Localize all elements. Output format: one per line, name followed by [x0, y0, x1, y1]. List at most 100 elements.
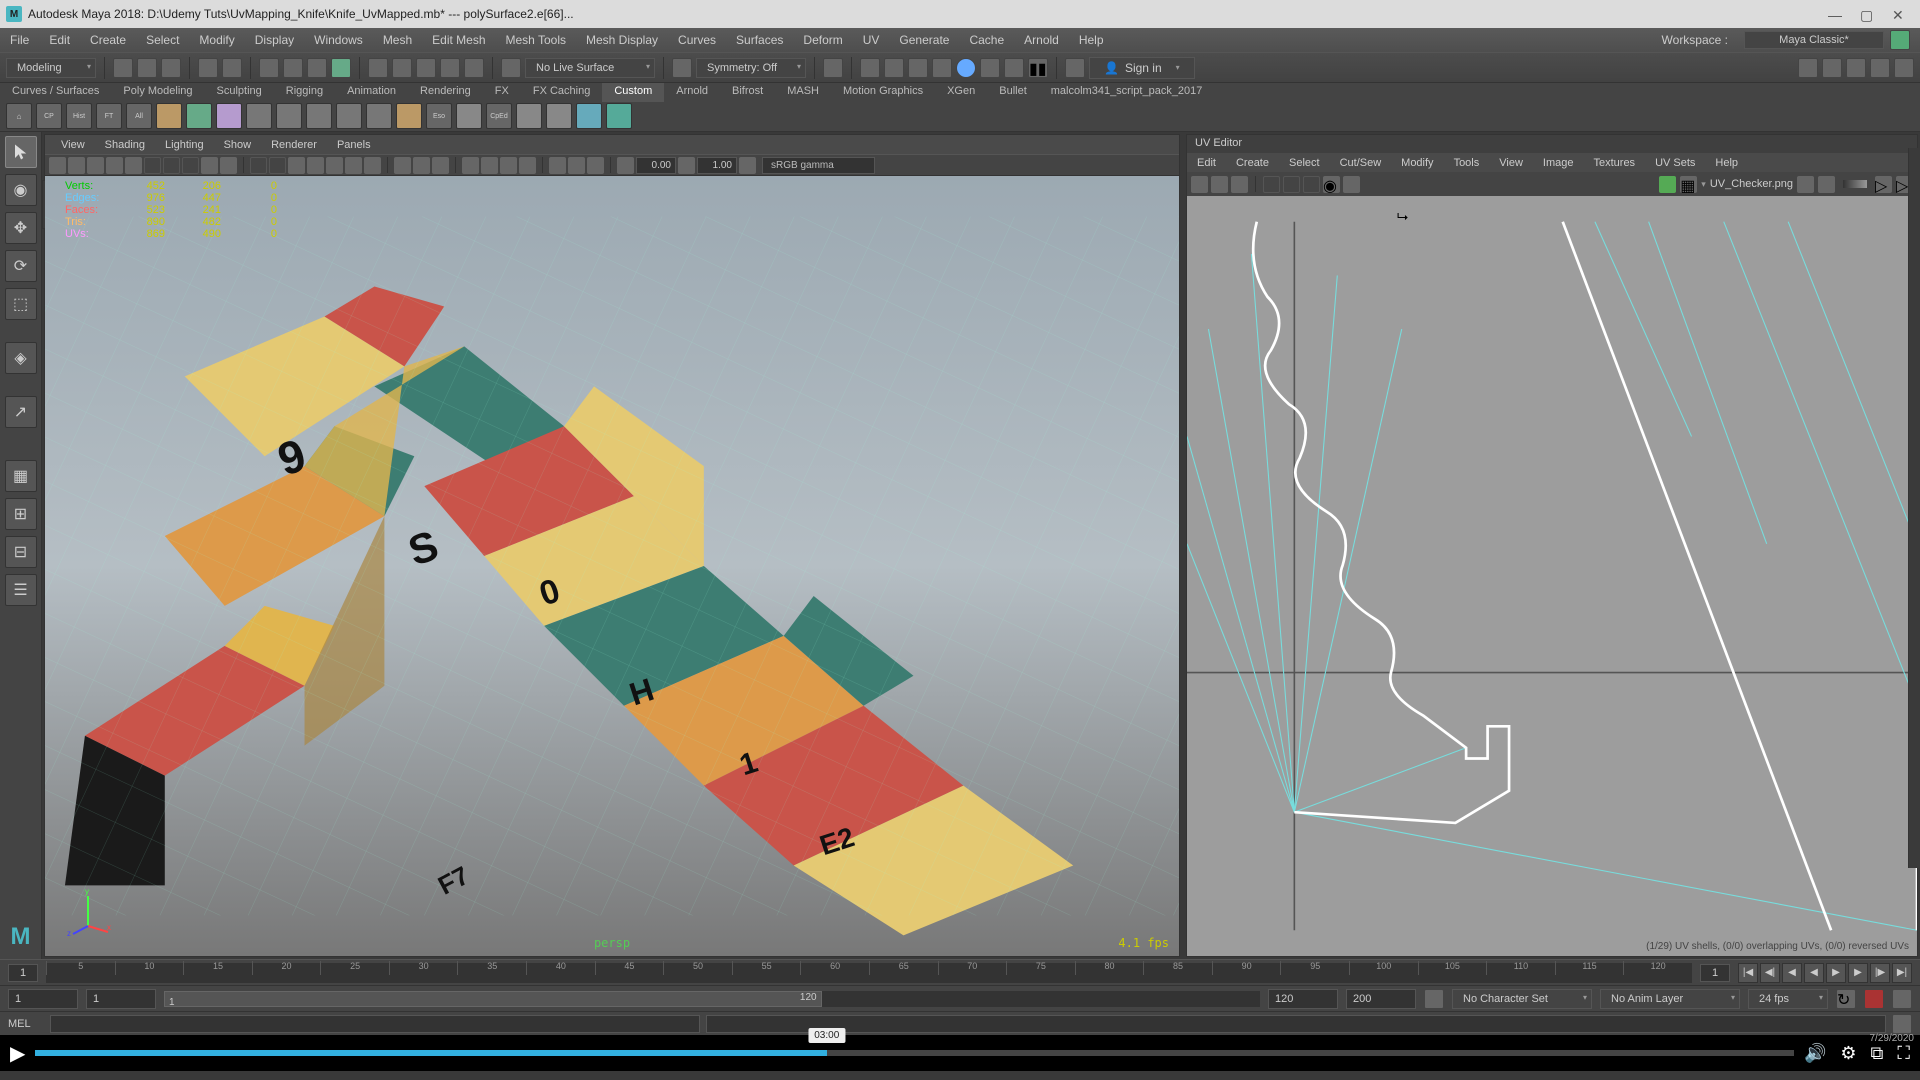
redo-icon[interactable] — [222, 58, 242, 78]
vp-menu-shading[interactable]: Shading — [95, 139, 155, 151]
uv-menu-image[interactable]: Image — [1533, 157, 1584, 169]
shelf-button-eso[interactable]: Eso — [426, 103, 452, 129]
vp-tool-icon[interactable] — [106, 157, 123, 174]
close-button[interactable]: ✕ — [1892, 7, 1906, 21]
vp-menu-show[interactable]: Show — [214, 139, 262, 151]
shelf-tab[interactable]: MASH — [775, 83, 831, 102]
layout-two-icon[interactable]: ⊟ — [5, 536, 37, 568]
minimize-button[interactable]: — — [1828, 7, 1842, 21]
snap-curve-icon[interactable] — [392, 58, 412, 78]
hypershade-icon[interactable] — [1004, 58, 1024, 78]
shelf-button[interactable] — [216, 103, 242, 129]
step-forward-button[interactable]: ▶ — [1848, 963, 1868, 983]
vp-shaded-icon[interactable] — [307, 157, 324, 174]
viewtransform-dropdown[interactable]: sRGB gamma — [762, 157, 875, 174]
shelf-button[interactable] — [456, 103, 482, 129]
construction-history-icon[interactable] — [860, 58, 880, 78]
uv-tool-icon[interactable] — [1797, 176, 1814, 193]
shelf-button[interactable] — [396, 103, 422, 129]
shelf-button[interactable] — [516, 103, 542, 129]
vp-tool-icon[interactable] — [587, 157, 604, 174]
vp-film-icon[interactable] — [269, 157, 286, 174]
vp-lights-icon[interactable] — [345, 157, 362, 174]
lasso-icon[interactable] — [283, 58, 303, 78]
menu-display[interactable]: Display — [245, 33, 304, 47]
uv-checker-icon[interactable] — [1659, 176, 1676, 193]
vp-tool-icon[interactable] — [220, 157, 237, 174]
shelf-button-cped[interactable]: CpEd — [486, 103, 512, 129]
vp-tool-icon[interactable] — [568, 157, 585, 174]
shelf-tab[interactable]: Bifrost — [720, 83, 775, 102]
menu-edit-mesh[interactable]: Edit Mesh — [422, 33, 495, 47]
range-track[interactable]: 1120 — [164, 991, 1260, 1007]
play-forward-button[interactable]: ▶ — [1826, 963, 1846, 983]
exposure-field[interactable]: 0.00 — [636, 157, 676, 174]
step-forward-key-button[interactable]: |▶ — [1870, 963, 1890, 983]
pause-icon[interactable]: ▮▮ — [1028, 58, 1048, 78]
uv-menu-textures[interactable]: Textures — [1583, 157, 1645, 169]
shelf-tab[interactable]: Curves / Surfaces — [0, 83, 111, 102]
channel-box-icon[interactable] — [1822, 58, 1842, 78]
vp-menu-view[interactable]: View — [51, 139, 95, 151]
menu-mesh-display[interactable]: Mesh Display — [576, 33, 668, 47]
character-set-dropdown[interactable]: No Character Set — [1452, 989, 1592, 1009]
video-fullscreen-icon[interactable]: ⛶ — [1897, 1043, 1910, 1064]
uv-menu-view[interactable]: View — [1489, 157, 1533, 169]
script-editor-icon[interactable] — [1892, 1014, 1912, 1034]
vp-tool-icon[interactable] — [163, 157, 180, 174]
symmetry-icon[interactable] — [672, 58, 692, 78]
select-hierarchy-icon[interactable] — [331, 58, 351, 78]
vp-tool-icon[interactable] — [201, 157, 218, 174]
live-surface-dropdown[interactable]: No Live Surface — [525, 58, 655, 78]
paint-select-icon[interactable] — [307, 58, 327, 78]
sign-in-button[interactable]: Sign in — [1089, 57, 1195, 79]
uv-menu-edit[interactable]: Edit — [1187, 157, 1226, 169]
perspective-viewport[interactable]: 9 S 0 H 1 E2 F7 Verts:4522060 Edges:9764… — [45, 176, 1179, 956]
uv-tool-icon[interactable] — [1211, 176, 1228, 193]
video-volume-icon[interactable]: 🔊 — [1804, 1043, 1826, 1064]
layout-outliner-icon[interactable]: ☰ — [5, 574, 37, 606]
shelf-tab[interactable]: malcolm341_script_pack_2017 — [1039, 83, 1215, 102]
range-end-max-field[interactable]: 200 — [1346, 989, 1416, 1009]
scale-tool[interactable]: ⬚ — [5, 288, 37, 320]
shelf-button-ft[interactable]: FT — [96, 103, 122, 129]
vp-tool-icon[interactable] — [519, 157, 536, 174]
shelf-tab[interactable]: FX — [483, 83, 521, 102]
uv-dim-icon[interactable]: ▦ — [1680, 176, 1697, 193]
select-mode-icon[interactable] — [259, 58, 279, 78]
menu-uv[interactable]: UV — [853, 33, 890, 47]
vp-xray-joints-icon[interactable] — [432, 157, 449, 174]
shelf-button[interactable] — [156, 103, 182, 129]
snap-live-icon[interactable] — [464, 58, 484, 78]
snap-grid-icon[interactable] — [368, 58, 388, 78]
vp-tool-icon[interactable] — [481, 157, 498, 174]
uv-tool-icon[interactable] — [1191, 176, 1208, 193]
shelf-button[interactable] — [606, 103, 632, 129]
menu-deform[interactable]: Deform — [793, 33, 852, 47]
uv-tool-icon[interactable] — [1283, 176, 1300, 193]
menu-surfaces[interactable]: Surfaces — [726, 33, 793, 47]
vp-tool-icon[interactable] — [739, 157, 756, 174]
menu-curves[interactable]: Curves — [668, 33, 726, 47]
module-dropdown[interactable]: Modeling — [6, 58, 96, 78]
tool-settings-icon[interactable] — [1846, 58, 1866, 78]
layout-four-icon[interactable]: ⊞ — [5, 498, 37, 530]
range-start-min-field[interactable]: 1 — [8, 989, 78, 1009]
shelf-tab[interactable]: Bullet — [987, 83, 1039, 102]
shelf-tab[interactable]: FX Caching — [521, 83, 602, 102]
shelf-button[interactable] — [306, 103, 332, 129]
vp-tool-icon[interactable] — [68, 157, 85, 174]
last-tool[interactable]: ◈ — [5, 342, 37, 374]
vp-tool-icon[interactable] — [87, 157, 104, 174]
vp-xray-icon[interactable] — [413, 157, 430, 174]
render-icon[interactable] — [884, 58, 904, 78]
shelf-tab[interactable]: Rigging — [274, 83, 335, 102]
vp-tool-icon[interactable] — [144, 157, 161, 174]
uv-display-area[interactable]: ⮡ (1/29) UV shells, (0/0) overlapping UV… — [1187, 196, 1917, 956]
ipr-render-icon[interactable] — [908, 58, 928, 78]
play-back-button[interactable]: ◀ — [1804, 963, 1824, 983]
panel-layout-icon[interactable] — [1798, 58, 1818, 78]
uv-menu-help[interactable]: Help — [1705, 157, 1748, 169]
shelf-button[interactable] — [546, 103, 572, 129]
current-frame-field-end[interactable]: 1 — [1700, 964, 1730, 982]
